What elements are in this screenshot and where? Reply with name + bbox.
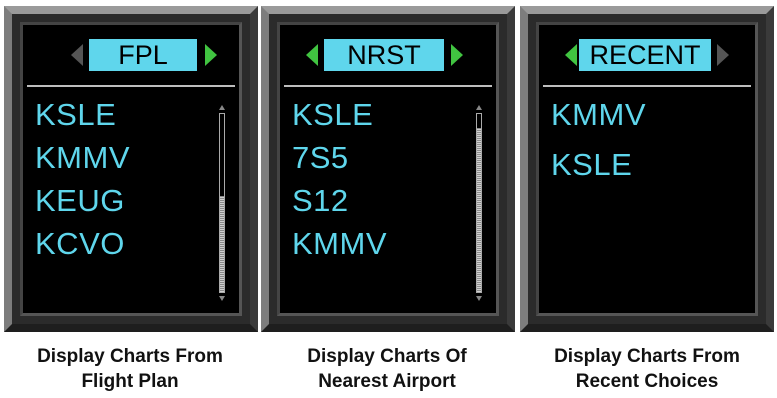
- scroll-up-icon: [219, 105, 225, 110]
- fpl-screen: FPL KSLE KMMV KEUG KCVO: [20, 22, 242, 316]
- list-item[interactable]: KMMV: [551, 99, 646, 149]
- scroll-thumb[interactable]: [220, 196, 224, 292]
- tab-nrst[interactable]: NRST: [324, 39, 444, 71]
- left-arrow-icon[interactable]: [71, 44, 83, 66]
- divider: [543, 85, 751, 87]
- fpl-tab-bar: FPL: [23, 39, 239, 75]
- tab-fpl[interactable]: FPL: [89, 39, 197, 71]
- caption-line: Display Charts From: [554, 346, 740, 367]
- right-arrow-icon[interactable]: [451, 44, 463, 66]
- right-arrow-icon[interactable]: [205, 44, 217, 66]
- caption-line: Display Charts From: [37, 346, 223, 367]
- scroll-down-icon: [476, 296, 482, 301]
- scroll-track: [476, 113, 482, 293]
- scrollbar[interactable]: [218, 105, 227, 301]
- fpl-caption: Display Charts From Flight Plan: [0, 344, 260, 394]
- caption-line: Display Charts Of: [307, 346, 467, 367]
- nrst-caption: Display Charts Of Nearest Airport: [257, 344, 517, 394]
- list-item[interactable]: S12: [292, 185, 387, 228]
- scroll-thumb[interactable]: [477, 128, 481, 292]
- caption-line: Recent Choices: [575, 371, 719, 392]
- scroll-track: [219, 113, 225, 293]
- recent-screen: RECENT KMMV KSLE: [536, 22, 758, 316]
- fpl-panel: FPL KSLE KMMV KEUG KCVO: [4, 6, 258, 332]
- recent-caption: Display Charts From Recent Choices: [517, 344, 777, 394]
- caption-line: Nearest Airport: [318, 371, 456, 392]
- divider: [284, 85, 492, 87]
- list-item[interactable]: KMMV: [292, 228, 387, 271]
- list-item[interactable]: KSLE: [292, 99, 387, 142]
- caption-line: Flight Plan: [81, 371, 179, 392]
- scroll-down-icon: [219, 296, 225, 301]
- tab-recent[interactable]: RECENT: [579, 39, 711, 71]
- left-arrow-icon[interactable]: [565, 44, 577, 66]
- list-item[interactable]: KMMV: [35, 142, 130, 185]
- list-item[interactable]: KSLE: [551, 149, 646, 192]
- nrst-tab-bar: NRST: [280, 39, 496, 75]
- divider: [27, 85, 235, 87]
- left-arrow-icon[interactable]: [306, 44, 318, 66]
- scrollbar[interactable]: [475, 105, 484, 301]
- recent-airport-list: KMMV KSLE: [551, 99, 646, 192]
- nrst-panel: NRST KSLE 7S5 S12 KMMV: [261, 6, 515, 332]
- list-item[interactable]: 7S5: [292, 142, 387, 185]
- fpl-airport-list: KSLE KMMV KEUG KCVO: [35, 99, 130, 271]
- scroll-up-icon: [476, 105, 482, 110]
- list-item[interactable]: KCVO: [35, 228, 130, 271]
- list-item[interactable]: KSLE: [35, 99, 130, 142]
- nrst-airport-list: KSLE 7S5 S12 KMMV: [292, 99, 387, 271]
- nrst-screen: NRST KSLE 7S5 S12 KMMV: [277, 22, 499, 316]
- recent-tab-bar: RECENT: [539, 39, 755, 75]
- recent-panel: RECENT KMMV KSLE: [520, 6, 774, 332]
- right-arrow-icon[interactable]: [717, 44, 729, 66]
- list-item[interactable]: KEUG: [35, 185, 130, 228]
